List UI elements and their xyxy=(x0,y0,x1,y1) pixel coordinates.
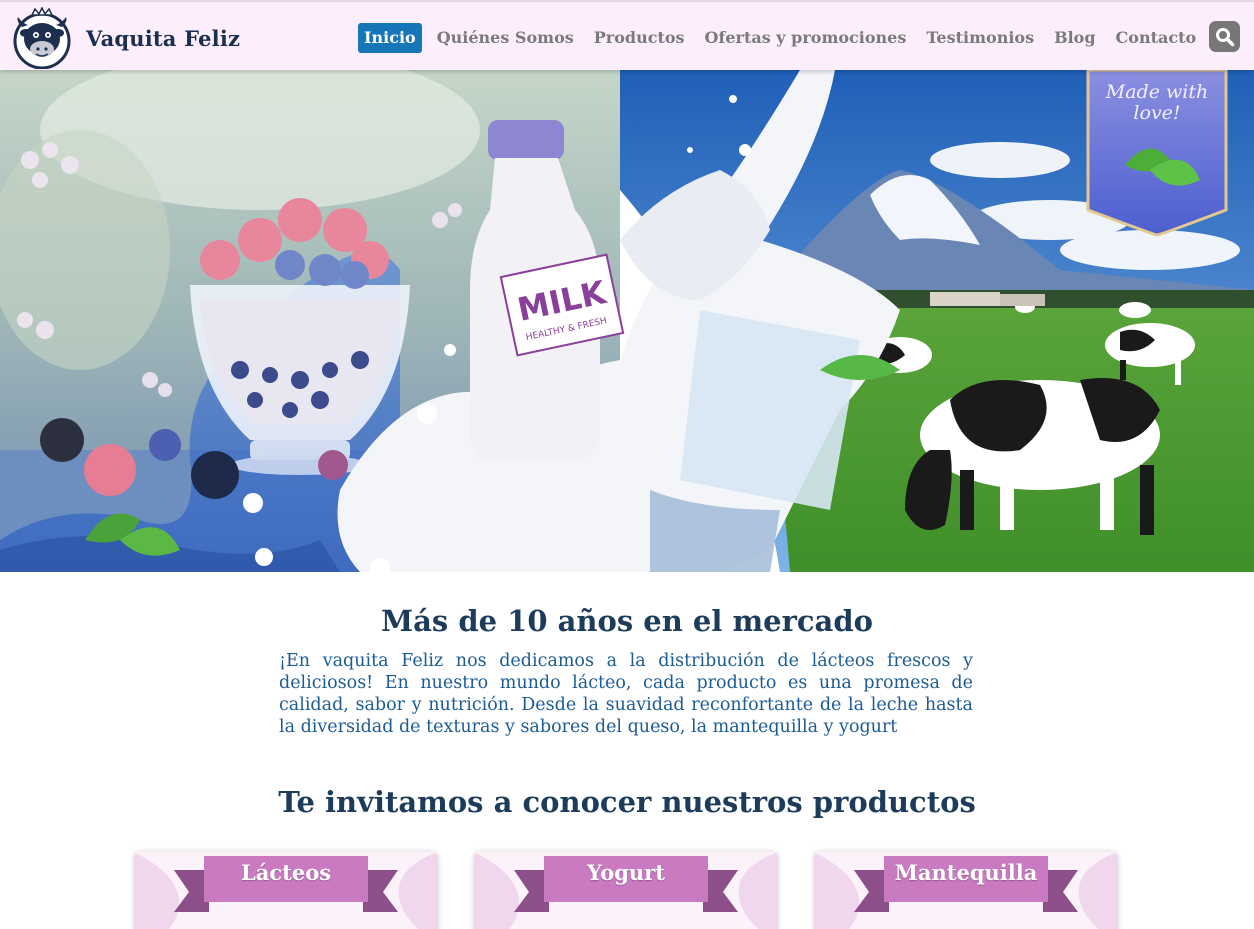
hero-image: MILK HEALTHY & FRESH xyxy=(0,70,1254,572)
product-card-mantequilla[interactable]: Mantequilla xyxy=(814,852,1118,929)
search-button[interactable] xyxy=(1209,21,1240,52)
cow-logo-icon xyxy=(13,7,71,69)
hero-banner: MILK HEALTHY & FRESH Made with love! xyxy=(0,70,1254,572)
nav-item-testimonios[interactable]: Testimonios xyxy=(926,23,1034,53)
main-nav: Inicio Quiénes Somos Productos Ofertas y… xyxy=(358,23,1216,53)
card-title: Yogurt xyxy=(587,860,665,885)
nav-item-contacto[interactable]: Contacto xyxy=(1116,23,1197,53)
navbar: Vaquita Feliz Inicio Quiénes Somos Produ… xyxy=(0,0,1254,70)
card-title: Lácteos xyxy=(240,860,332,885)
badge-text: Made with love! xyxy=(1088,82,1226,124)
nav-item-quienes-somos[interactable]: Quiénes Somos xyxy=(437,23,574,53)
nav-item-productos[interactable]: Productos xyxy=(594,23,685,53)
search-icon xyxy=(1215,27,1234,46)
product-card-yogurt[interactable]: Yogurt xyxy=(474,852,778,929)
about-text: ¡En vaquita Feliz nos dedicamos a la dis… xyxy=(279,651,973,737)
product-card-lacteos[interactable]: Lácteos xyxy=(134,852,438,929)
card-title: Mantequilla xyxy=(894,860,1038,885)
brand-name: Vaquita Feliz xyxy=(86,25,241,51)
badge-line-2: love! xyxy=(1133,102,1181,124)
brand[interactable]: Vaquita Feliz xyxy=(8,7,240,69)
about-title: Más de 10 años en el mercado xyxy=(381,604,873,638)
badge-line-1: Made with xyxy=(1105,81,1209,103)
nav-item-blog[interactable]: Blog xyxy=(1054,23,1095,53)
products-title: Te invitamos a conocer nuestros producto… xyxy=(278,785,976,819)
nav-item-inicio[interactable]: Inicio xyxy=(358,23,422,53)
nav-item-ofertas[interactable]: Ofertas y promociones xyxy=(705,23,907,53)
